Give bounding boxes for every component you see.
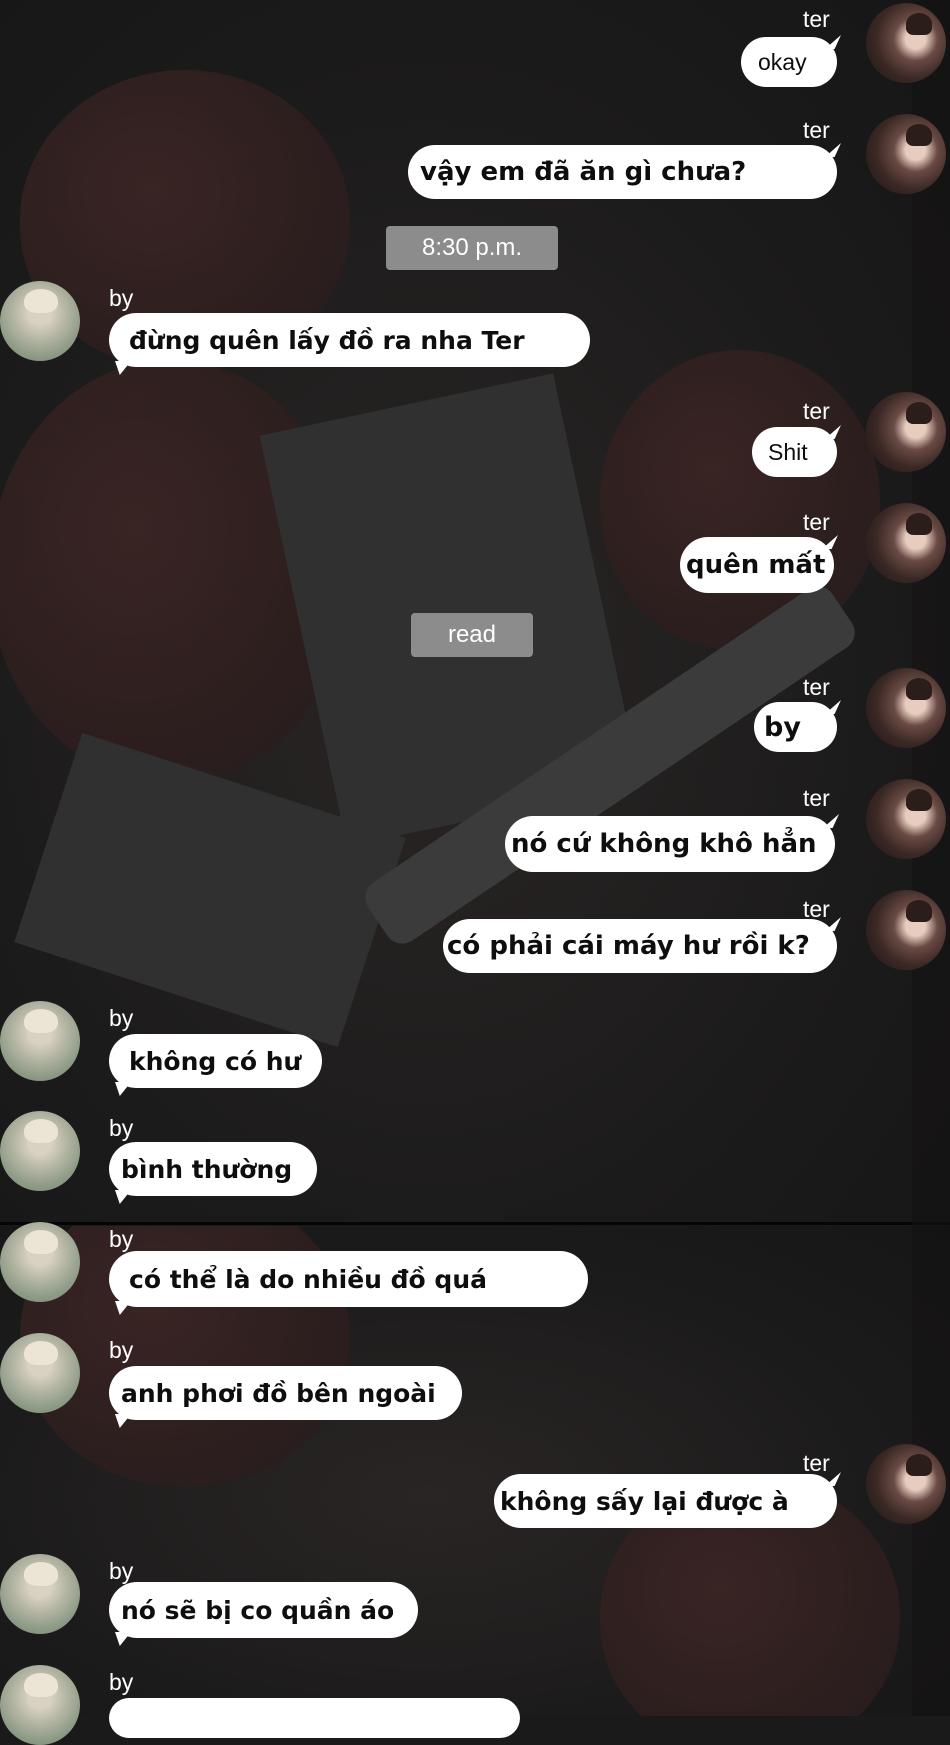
avatar-by-icon[interactable] (0, 1001, 80, 1081)
message-text: nó sẽ bị co quần áo (121, 1595, 395, 1625)
message-text: Shit (768, 438, 808, 465)
timestamp-label: 8:30 p.m. (386, 226, 558, 270)
message-text: đừng quên lấy đồ ra nha Ter (129, 325, 525, 355)
avatar-by-icon[interactable] (0, 1333, 80, 1413)
message-bubble[interactable] (109, 1698, 520, 1738)
sender-name: by (109, 1337, 134, 1363)
message-text: quên mất (686, 550, 826, 580)
message-text: anh phơi đồ bên ngoài (121, 1378, 436, 1408)
background-divider (0, 1222, 950, 1225)
sender-name: ter (803, 398, 830, 424)
avatar-ter-icon[interactable] (866, 114, 946, 194)
avatar-ter-icon[interactable] (866, 890, 946, 970)
sender-name: by (109, 285, 134, 311)
message-bubble[interactable]: bình thường (109, 1142, 317, 1204)
message-bubble[interactable]: không sấy lại được à (494, 1472, 841, 1528)
avatar-ter-icon[interactable] (866, 779, 946, 859)
avatar-ter-icon[interactable] (866, 392, 946, 472)
message-bubble[interactable]: nó cứ không khô hẳn (505, 814, 839, 872)
message-bubble[interactable]: anh phơi đồ bên ngoài (109, 1366, 462, 1428)
avatar-by-icon[interactable] (0, 1554, 80, 1634)
message-bubble[interactable]: Shit (752, 425, 841, 477)
message-bubble[interactable]: by (754, 700, 841, 752)
avatar-ter-icon[interactable] (866, 1444, 946, 1524)
sender-name: by (109, 1115, 134, 1141)
sender-name: ter (803, 1450, 830, 1476)
message-bubble[interactable]: không có hư (109, 1034, 322, 1096)
message-bubble[interactable]: có phải cái máy hư rồi k? (443, 917, 841, 973)
sender-name: by (109, 1669, 134, 1695)
message-text: không sấy lại được à (500, 1486, 789, 1516)
message-text: có phải cái máy hư rồi k? (447, 931, 810, 961)
avatar-by-icon[interactable] (0, 1111, 80, 1191)
avatar-ter-icon[interactable] (866, 3, 946, 83)
avatar-ter-icon[interactable] (866, 503, 946, 583)
message-text: okay (758, 48, 807, 75)
message-bubble[interactable]: vậy em đã ăn gì chưa? (408, 143, 841, 199)
sender-name: ter (803, 6, 830, 32)
message-text: có thể là do nhiều đồ quá (129, 1264, 487, 1294)
sender-name: by (109, 1226, 134, 1252)
message-text: vậy em đã ăn gì chưa? (420, 157, 747, 187)
sender-name: by (109, 1005, 134, 1031)
message-bubble[interactable]: quên mất (680, 535, 838, 593)
sender-name: ter (803, 674, 830, 700)
avatar-by-icon[interactable] (0, 1222, 80, 1302)
message-bubble[interactable]: nó sẽ bị co quần áo (109, 1582, 418, 1646)
message-bubble[interactable]: okay (741, 35, 841, 87)
avatar-by-icon[interactable] (0, 281, 80, 361)
sender-name: ter (803, 785, 830, 811)
sender-name: ter (803, 509, 830, 535)
message-text: bình thường (121, 1154, 293, 1184)
avatar-by-icon[interactable] (0, 1665, 80, 1745)
message-bubble[interactable]: có thể là do nhiều đồ quá (109, 1251, 588, 1315)
message-text: nó cứ không khô hẳn (511, 829, 817, 859)
avatar-ter-icon[interactable] (866, 668, 946, 748)
message-text: by (764, 711, 801, 743)
read-receipt: read (411, 613, 533, 657)
message-text: không có hư (129, 1046, 302, 1076)
sender-name: by (109, 1558, 134, 1584)
message-bubble[interactable]: đừng quên lấy đồ ra nha Ter (109, 313, 590, 375)
sender-name: ter (803, 117, 830, 143)
